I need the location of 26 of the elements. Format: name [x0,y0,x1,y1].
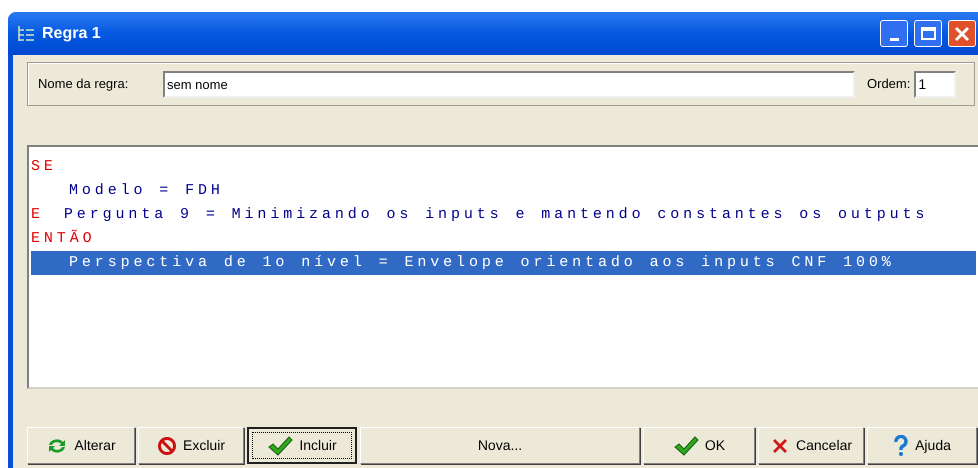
forbidden-icon [156,436,177,456]
rule-name-field[interactable]: sem nome [163,70,855,98]
dialog-button[interactable]: Excluir [138,427,244,464]
rule-name-label: Nome da regra: [38,75,130,94]
maximize-button[interactable] [914,20,942,47]
rule-line[interactable]: ENTÃO [31,227,976,251]
rule-text-area[interactable]: SE Modelo = FDH E Pergunta 9 = Minimizando os inputs e mantendo constantes os outputs ENTÃO Perspectiva de 1o nível = Envelope orientado aos inputs CNF 100% [27,145,978,389]
tree-icon [16,24,36,42]
rule-line[interactable]: Modelo = FDH [31,179,976,203]
order-field[interactable]: 1 [914,70,956,98]
close-icon [954,26,970,42]
rule-line[interactable]: E Pergunta 9 = Minimizando os inputs e mantendo constantes os outputs [31,203,976,227]
window-title: Regra 1 [42,24,102,44]
dialog-button[interactable]: Cancelar [758,427,864,464]
dialog-button[interactable]: Nova... [360,427,640,464]
dialog-button[interactable]: OK [643,427,755,464]
check-icon [672,434,699,456]
dialog-button[interactable]: Alterar [27,427,135,464]
rule-line[interactable]: SE [31,155,976,179]
order-label: Ordem: [867,75,910,94]
dialog-button[interactable]: Incluir [247,427,357,464]
dialog-button[interactable]: Ajuda [867,427,977,464]
minimize-button[interactable] [880,20,908,47]
close-button[interactable] [948,20,976,47]
check-icon [267,434,294,456]
help-icon [893,434,910,456]
